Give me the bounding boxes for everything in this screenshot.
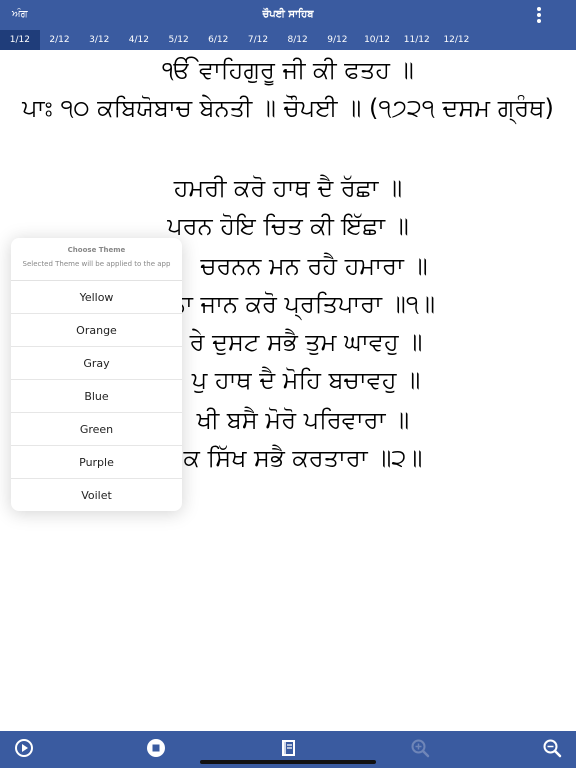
book-icon[interactable] bbox=[278, 738, 298, 758]
tab-6[interactable]: 6/12 bbox=[198, 30, 238, 50]
tab-5[interactable]: 5/12 bbox=[159, 30, 199, 50]
verse-line: ਪਰਨ ਹੋਇ ਚਿਤ ਕੀ ਇੱਛਾ ॥ bbox=[167, 212, 409, 240]
tab-7[interactable]: 7/12 bbox=[238, 30, 278, 50]
more-vertical-icon[interactable] bbox=[536, 7, 542, 23]
home-indicator bbox=[200, 760, 376, 764]
theme-popup-subtitle: Selected Theme will be applied to the ap… bbox=[22, 260, 171, 268]
zoom-out-icon[interactable] bbox=[542, 738, 562, 758]
tab-10[interactable]: 10/12 bbox=[357, 30, 397, 50]
zoom-in-icon[interactable] bbox=[410, 738, 430, 758]
tab-11[interactable]: 11/12 bbox=[397, 30, 437, 50]
play-icon[interactable] bbox=[14, 738, 34, 758]
theme-option-gray[interactable]: Gray bbox=[11, 347, 182, 380]
theme-popup-header: Choose Theme Selected Theme will be appl… bbox=[11, 238, 182, 281]
tab-8[interactable]: 8/12 bbox=[278, 30, 318, 50]
tab-4[interactable]: 4/12 bbox=[119, 30, 159, 50]
tab-2[interactable]: 2/12 bbox=[40, 30, 80, 50]
theme-option-yellow[interactable]: Yellow bbox=[11, 281, 182, 314]
theme-option-blue[interactable]: Blue bbox=[11, 380, 182, 413]
tab-9[interactable]: 9/12 bbox=[318, 30, 358, 50]
theme-popup: Choose Theme Selected Theme will be appl… bbox=[11, 238, 182, 511]
theme-option-voilet[interactable]: Voilet bbox=[11, 479, 182, 511]
theme-option-green[interactable]: Green bbox=[11, 413, 182, 446]
page-tabs: 1/12 2/12 3/12 4/12 5/12 6/12 7/12 8/12 … bbox=[0, 30, 576, 50]
tab-3[interactable]: 3/12 bbox=[79, 30, 119, 50]
theme-option-purple[interactable]: Purple bbox=[11, 446, 182, 479]
heading-line: ਪਾਃ ੧੦ ਕਬਿਯੋਬਾਚ ਬੇਨਤੀ ॥ ਚੌਪਈ ॥ (੧੭੨੧ ਦਸਮ… bbox=[22, 94, 554, 122]
heading-line: ੴ ਵਾਹਿਗੁਰੂ ਜੀ ਕੀ ਫਤਹ ॥ bbox=[162, 56, 414, 84]
top-bar: ਅੰਗ ਚੌਪਈ ਸਾਹਿਬ bbox=[0, 0, 576, 30]
verse-line: ਹਮਰੀ ਕਰੋ ਹਾਥ ਦੈ ਰੱਛਾ ॥ bbox=[173, 174, 403, 202]
tab-12[interactable]: 12/12 bbox=[437, 30, 477, 50]
stop-icon[interactable] bbox=[146, 738, 166, 758]
theme-option-orange[interactable]: Orange bbox=[11, 314, 182, 347]
theme-popup-title: Choose Theme bbox=[67, 246, 126, 254]
page-title: ਚੌਪਈ ਸਾਹਿਬ bbox=[262, 9, 314, 20]
tab-1[interactable]: 1/12 bbox=[0, 30, 40, 50]
